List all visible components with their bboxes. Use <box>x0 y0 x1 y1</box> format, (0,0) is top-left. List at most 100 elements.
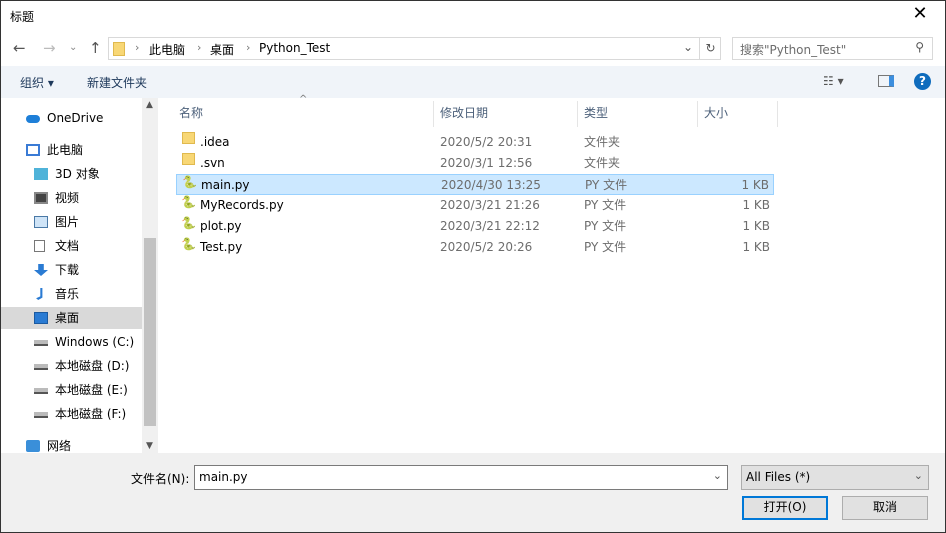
file-type: PY 文件 <box>584 219 627 233</box>
file-name: main.py <box>201 178 250 192</box>
music-icon <box>36 288 43 300</box>
dialog-footer: 文件名(N): main.py ⌄ All Files (*) ⌄ 打开(O) 取消 <box>1 453 945 532</box>
breadcrumb-item[interactable]: 此电脑 <box>149 41 185 58</box>
file-size: 1 KB <box>741 178 769 192</box>
scroll-down-icon[interactable]: ▼ <box>146 441 153 451</box>
sidebar-item[interactable]: 桌面 <box>1 307 142 329</box>
open-button[interactable]: 打开(O) <box>742 496 828 520</box>
file-date: 2020/3/21 21:26 <box>440 198 540 212</box>
cube-icon <box>34 168 48 180</box>
file-row[interactable]: .svn 2020/3/1 12:56 文件夹 <box>176 153 774 174</box>
file-type: 文件夹 <box>584 135 621 149</box>
sidebar-scrollbar[interactable]: ▲ ▼ <box>142 98 158 453</box>
recent-dropdown-icon[interactable]: ⌄ <box>69 42 77 53</box>
sidebar-item[interactable]: 本地磁盘 (F:) <box>1 403 142 425</box>
file-name: .idea <box>200 135 230 149</box>
breadcrumb-item[interactable]: Python_Test <box>259 41 330 55</box>
python-file-icon: 🐍 <box>181 195 196 209</box>
file-type: PY 文件 <box>584 198 627 212</box>
sidebar-item[interactable]: Windows (C:) <box>1 331 142 353</box>
column-header-date[interactable]: 修改日期 <box>434 101 578 127</box>
sidebar-item-label: 视频 <box>55 191 80 205</box>
sidebar-item[interactable]: OneDrive <box>1 107 142 129</box>
file-row[interactable]: 🐍 MyRecords.py 2020/3/21 21:26 PY 文件 1 KB <box>176 195 774 216</box>
file-name: Test.py <box>200 240 243 254</box>
help-icon[interactable]: ? <box>914 73 931 90</box>
sidebar-item[interactable]: 视频 <box>1 187 142 209</box>
search-icon: ⚲ <box>915 40 924 54</box>
folder-icon <box>182 132 195 144</box>
chevron-down-icon[interactable]: ⌄ <box>713 469 722 482</box>
new-folder-button[interactable]: 新建文件夹 <box>87 74 147 91</box>
sidebar-item[interactable]: 本地磁盘 (D:) <box>1 355 142 377</box>
file-list: ^ 名称 修改日期 类型 大小 .idea 2020/5/2 20:31 文件夹 .s… <box>159 94 945 453</box>
file-date: 2020/3/1 12:56 <box>440 156 533 170</box>
column-header-size[interactable]: 大小 <box>698 101 778 127</box>
window-title: 标题 <box>10 10 35 24</box>
video-icon <box>34 192 48 204</box>
desktop-icon <box>34 312 48 324</box>
scroll-up-icon[interactable]: ▲ <box>146 100 153 110</box>
sidebar-item-label: 3D 对象 <box>55 167 100 181</box>
document-icon <box>34 240 45 252</box>
organize-button[interactable]: 组织 ▾ <box>20 74 54 91</box>
search-input[interactable]: 搜索"Python_Test" ⚲ <box>732 37 933 60</box>
file-date: 2020/5/2 20:31 <box>440 135 533 149</box>
file-name: MyRecords.py <box>200 198 284 212</box>
view-options-icon[interactable]: ☷ ▾ <box>823 74 844 88</box>
picture-icon <box>34 216 48 228</box>
download-icon <box>34 264 48 276</box>
sidebar-item-label: 此电脑 <box>47 143 84 157</box>
drive-icon <box>34 340 48 346</box>
sidebar-item[interactable]: 3D 对象 <box>1 163 142 185</box>
file-date: 2020/5/2 20:26 <box>440 240 533 254</box>
sidebar-item[interactable]: 文档 <box>1 235 142 257</box>
sidebar-item-label: 图片 <box>55 215 80 229</box>
up-icon[interactable]: ↑ <box>89 39 102 57</box>
file-row[interactable]: 🐍 main.py 2020/4/30 13:25 PY 文件 1 KB <box>176 174 774 195</box>
sidebar-item-label: 网络 <box>47 439 72 453</box>
column-header-name[interactable]: 名称 <box>173 101 434 127</box>
filetype-select[interactable]: All Files (*) ⌄ <box>741 465 929 490</box>
sidebar-item[interactable]: 音乐 <box>1 283 142 305</box>
sidebar-item[interactable]: 图片 <box>1 211 142 233</box>
scrollbar-thumb[interactable] <box>144 238 156 426</box>
filename-input[interactable]: main.py ⌄ <box>194 465 728 490</box>
file-size: 1 KB <box>742 198 770 212</box>
file-row[interactable]: 🐍 Test.py 2020/5/2 20:26 PY 文件 1 KB <box>176 237 774 258</box>
filetype-value: All Files (*) <box>746 470 811 484</box>
address-bar[interactable]: › 此电脑 › 桌面 › Python_Test ⌄ ↻ <box>108 37 721 60</box>
file-name: .svn <box>200 156 225 170</box>
sidebar-item-label: 下载 <box>55 263 80 277</box>
sidebar-item[interactable]: 本地磁盘 (E:) <box>1 379 142 401</box>
sidebar-item-label: 本地磁盘 (F:) <box>55 407 127 421</box>
file-date: 2020/4/30 13:25 <box>441 178 541 192</box>
file-size: 1 KB <box>742 240 770 254</box>
computer-icon <box>26 144 40 156</box>
chevron-down-icon[interactable]: ⌄ <box>683 40 693 54</box>
close-icon[interactable]: ✕ <box>905 3 935 24</box>
sidebar-item[interactable]: 此电脑 <box>1 139 142 161</box>
sidebar-item-label: Windows (C:) <box>55 335 135 349</box>
file-row[interactable]: .idea 2020/5/2 20:31 文件夹 <box>176 132 774 153</box>
forward-icon[interactable]: → <box>43 39 56 57</box>
network-icon <box>26 440 40 452</box>
navigation-bar: ← → ⌄ ↑ › 此电脑 › 桌面 › Python_Test ⌄ ↻ 搜索"… <box>1 37 945 61</box>
preview-pane-icon[interactable] <box>878 75 894 87</box>
chevron-right-icon: › <box>135 41 140 54</box>
breadcrumb-item[interactable]: 桌面 <box>210 41 234 58</box>
file-type: PY 文件 <box>585 178 628 192</box>
sidebar-item[interactable]: 下载 <box>1 259 142 281</box>
python-file-icon: 🐍 <box>181 237 196 251</box>
back-icon[interactable]: ← <box>13 39 26 57</box>
filename-label: 文件名(N): <box>131 472 190 486</box>
refresh-icon[interactable]: ↻ <box>699 38 721 59</box>
cancel-button[interactable]: 取消 <box>842 496 928 520</box>
file-type: PY 文件 <box>584 240 627 254</box>
file-row[interactable]: 🐍 plot.py 2020/3/21 22:12 PY 文件 1 KB <box>176 216 774 237</box>
column-header-type[interactable]: 类型 <box>578 101 698 127</box>
sidebar-item-label: 本地磁盘 (D:) <box>55 359 130 373</box>
chevron-down-icon: ⌄ <box>913 469 923 482</box>
folder-icon <box>182 153 195 165</box>
chevron-right-icon: › <box>246 41 251 54</box>
